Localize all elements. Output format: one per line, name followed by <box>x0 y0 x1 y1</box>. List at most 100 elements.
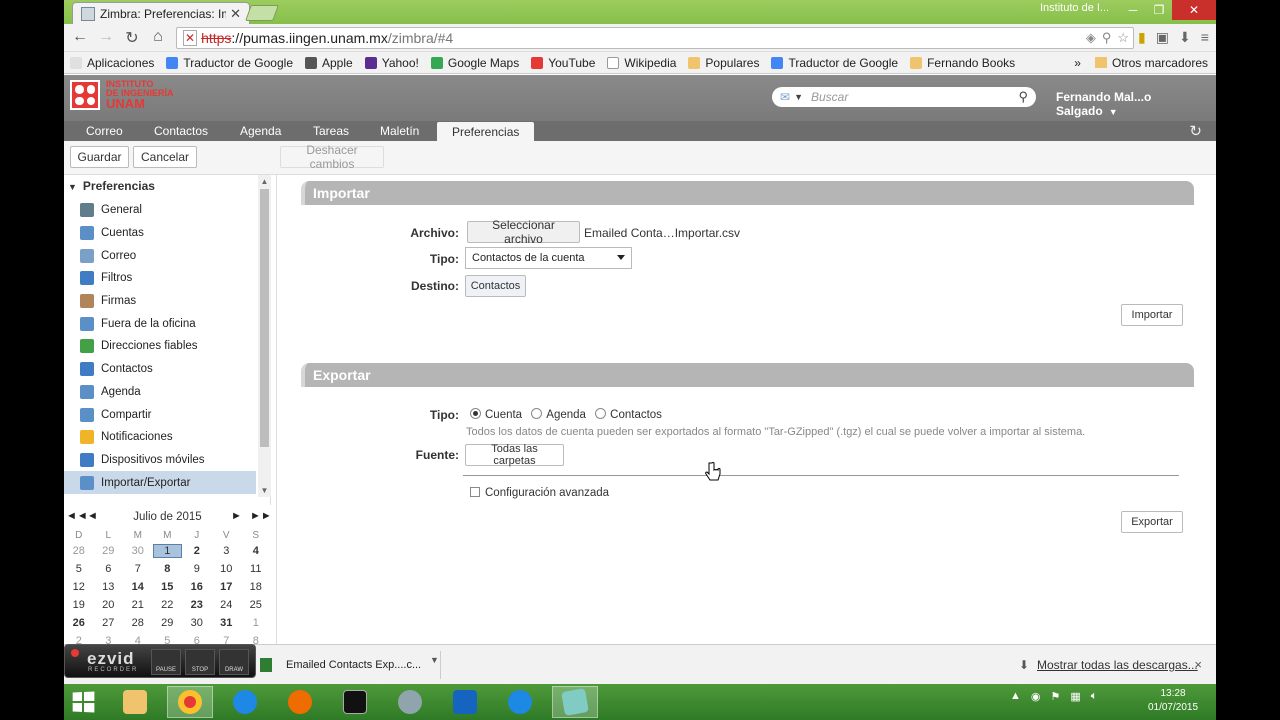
sidebar-item-notificaciones[interactable]: Notificaciones <box>64 426 256 449</box>
user-menu[interactable]: Fernando Mal...o Salgado ▼ <box>1056 90 1216 118</box>
advanced-settings-checkbox[interactable]: Configuración avanzada <box>470 487 609 499</box>
import-button[interactable]: Importar <box>1121 304 1183 326</box>
clock[interactable]: 13:28 01/07/2015 <box>1142 687 1204 715</box>
stop-button[interactable]: STOP <box>185 649 215 675</box>
calendar-day[interactable]: 30 <box>182 617 212 629</box>
more-bookmarks-icon[interactable]: » <box>1074 56 1081 70</box>
new-tab-button[interactable] <box>245 5 279 21</box>
undo-changes-button[interactable]: Deshacer cambios <box>280 143 384 171</box>
calendar-day[interactable]: 12 <box>64 581 94 593</box>
radio-cuenta[interactable]: Cuenta <box>470 408 522 421</box>
calendar-day[interactable]: 28 <box>64 545 94 557</box>
sidebar-item-contactos[interactable]: Contactos <box>64 358 256 381</box>
institute-logo[interactable]: INSTITUTO DE INGENIERÍA UNAM <box>70 80 174 110</box>
bookmark-item[interactable]: Aplicaciones <box>70 56 154 70</box>
sidebar-item-agenda[interactable]: Agenda <box>64 381 256 404</box>
tray-flag-icon[interactable]: ⚑ <box>1051 690 1061 703</box>
sidebar-item-correo[interactable]: Correo <box>64 244 256 267</box>
calendar-day[interactable]: 20 <box>94 599 124 611</box>
extension-icon[interactable]: ▮ <box>1138 29 1146 46</box>
download-item[interactable]: Emailed Contacts Exp....c... <box>260 652 438 678</box>
pause-button[interactable]: PAUSE <box>151 649 181 675</box>
calendar-day[interactable]: 27 <box>94 617 124 629</box>
destination-folder-button[interactable]: Contactos <box>465 275 526 297</box>
tray-expand-icon[interactable]: ▲ <box>1010 690 1021 703</box>
sidebar-item-compartir[interactable]: Compartir <box>64 403 256 426</box>
close-window-icon[interactable]: ✕ <box>1172 0 1216 20</box>
calendar-day[interactable]: 25 <box>241 599 271 611</box>
sidebar-item-fuera-de-la-oficina[interactable]: Fuera de la oficina <box>64 312 256 335</box>
windows-start-icon[interactable] <box>72 691 95 713</box>
bookmark-item[interactable]: Apple <box>305 56 353 70</box>
tab-agenda[interactable]: Agenda <box>230 121 291 141</box>
calendar-day[interactable]: 10 <box>212 563 242 575</box>
calendar-day[interactable]: 16 <box>182 581 212 593</box>
prev-year-icon[interactable]: ◄◄ <box>66 510 88 522</box>
sidebar-item-filtros[interactable]: Filtros <box>64 267 256 290</box>
forward-icon[interactable]: → <box>96 28 116 46</box>
download-icon[interactable]: ⬇ <box>1179 29 1191 46</box>
bookmark-item[interactable]: Traductor de Google <box>771 56 898 70</box>
calendar-day[interactable]: 7 <box>123 563 153 575</box>
scroll-up-icon[interactable]: ▲ <box>258 177 271 186</box>
address-bar[interactable]: ✕ https ://pumas.iingen.unam.mx /zimbra/… <box>176 27 1134 49</box>
tab-contactos[interactable]: Contactos <box>144 121 218 141</box>
network-icon[interactable]: ▦ <box>1070 690 1080 703</box>
xmind-icon[interactable] <box>497 686 543 718</box>
home-icon[interactable]: ⌂ <box>148 28 168 46</box>
next-month-icon[interactable]: ► <box>231 510 242 522</box>
calendar-day[interactable]: 18 <box>241 581 271 593</box>
calendar-day[interactable]: 23 <box>182 599 212 611</box>
translate-icon[interactable]: ◈ <box>1086 30 1096 46</box>
sidebar-item-dispositivos-moviles[interactable]: Dispositivos móviles <box>64 449 256 472</box>
zoom-icon[interactable]: ⚲ <box>1102 30 1112 46</box>
bookmark-star-icon[interactable]: ☆ <box>1117 30 1129 46</box>
collapse-icon[interactable]: ▼ <box>68 182 77 192</box>
bookmark-item[interactable]: Fernando Books <box>910 56 1015 70</box>
preferences-heading[interactable]: ▼ Preferencias <box>68 179 155 193</box>
search-box[interactable]: ✉ ▼ Buscar ⚲ <box>772 87 1036 107</box>
other-bookmarks-folder[interactable]: Otros marcadores <box>1094 56 1208 70</box>
sidebar-item-direcciones-fiables[interactable]: Direcciones fiables <box>64 335 256 358</box>
word-icon[interactable] <box>442 686 488 718</box>
calendar-day[interactable]: 19 <box>64 599 94 611</box>
sidebar-item-general[interactable]: General <box>64 199 256 222</box>
calendar-day[interactable]: 4 <box>241 545 271 557</box>
tab-preferencias[interactable]: Preferencias <box>437 122 535 142</box>
mail-search-type-icon[interactable]: ✉ <box>780 90 790 104</box>
calendar-day[interactable]: 6 <box>94 563 124 575</box>
maximize-icon[interactable]: ❐ <box>1146 0 1172 20</box>
calendar-day[interactable]: 9 <box>182 563 212 575</box>
download-options-icon[interactable]: ▼ <box>430 655 439 665</box>
calendar-day[interactable]: 8 <box>153 563 183 575</box>
source-folders-button[interactable]: Todas las carpetas <box>465 443 564 467</box>
notes-icon[interactable] <box>552 686 598 718</box>
radio-contactos[interactable]: Contactos <box>595 408 662 421</box>
refresh-icon[interactable]: ↻ <box>1189 122 1202 140</box>
command-prompt-icon[interactable] <box>332 686 378 718</box>
close-tab-icon[interactable]: ✕ <box>230 6 241 22</box>
calendar-day[interactable]: 21 <box>123 599 153 611</box>
chevron-down-icon[interactable]: ▼ <box>794 92 803 102</box>
choose-file-button[interactable]: Seleccionar archivo <box>467 218 580 246</box>
calendar-day[interactable]: 15 <box>153 581 183 593</box>
file-explorer-icon[interactable] <box>112 686 158 718</box>
search-icon[interactable]: ⚲ <box>1018 89 1028 105</box>
calendar-day[interactable]: 14 <box>123 581 153 593</box>
bookmark-item[interactable]: Wikipedia <box>607 56 676 70</box>
calendar-day[interactable]: 26 <box>64 617 94 629</box>
show-all-downloads-link[interactable]: Mostrar todas las descargas... <box>1037 658 1198 672</box>
calendar-day[interactable]: 24 <box>212 599 242 611</box>
calendar-day[interactable]: 29 <box>94 545 124 557</box>
next-year-icon[interactable]: ►► <box>250 510 272 522</box>
calendar-day[interactable]: 5 <box>64 563 94 575</box>
firefox-icon[interactable] <box>277 686 323 718</box>
minimize-icon[interactable]: ─ <box>1120 0 1146 20</box>
bookmark-item[interactable]: Google Maps <box>430 56 519 70</box>
chrome-icon[interactable] <box>167 686 213 718</box>
menu-icon[interactable]: ≡ <box>1201 29 1209 46</box>
calendar-day[interactable]: 3 <box>212 545 242 557</box>
calendar-day[interactable]: 2 <box>182 545 212 557</box>
sidebar-item-cuentas[interactable]: Cuentas <box>64 222 256 245</box>
calendar-day[interactable]: 1 <box>241 617 271 629</box>
